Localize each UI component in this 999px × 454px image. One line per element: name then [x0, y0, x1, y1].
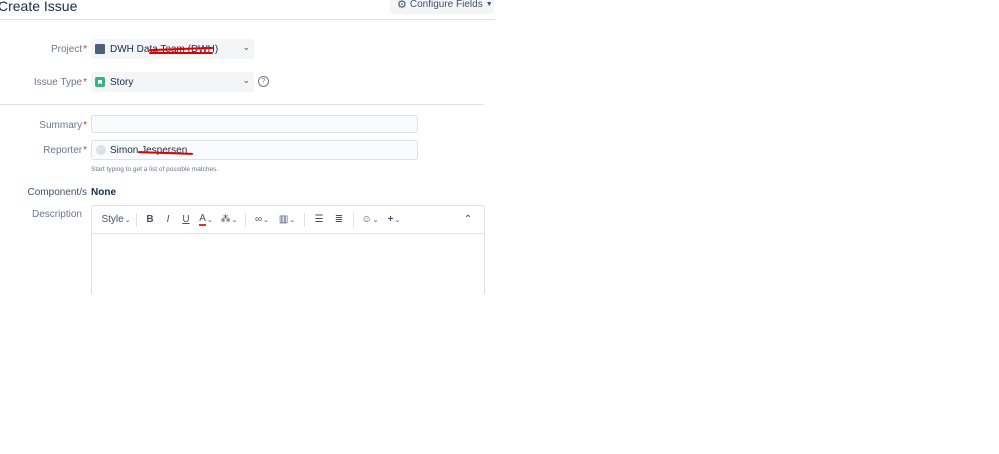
- dialog-title: Create Issue: [0, 0, 78, 14]
- more-formatting-icon: ⁂: [220, 214, 231, 225]
- attachment-button[interactable]: ▥ ⌄: [274, 210, 300, 230]
- required-mark: *: [83, 44, 87, 55]
- background-area: [0, 294, 999, 454]
- link-icon: ∞: [254, 214, 263, 225]
- required-mark: *: [83, 77, 87, 88]
- summary-input[interactable]: [91, 115, 418, 133]
- required-mark: *: [83, 145, 87, 156]
- style-label: Style: [101, 214, 124, 225]
- caret-down-icon: ▼: [485, 0, 493, 8]
- chevron-down-icon: ⌄: [394, 216, 401, 224]
- plus-icon: +: [387, 214, 394, 225]
- help-icon[interactable]: ?: [258, 76, 269, 87]
- toolbar-separator: [353, 212, 354, 227]
- chevron-down-icon: ⌄: [206, 216, 213, 224]
- components-label: Component/s: [27, 187, 87, 198]
- reporter-hint: Start typing to get a list of possible m…: [91, 166, 219, 173]
- chevron-down-icon: ⌄: [372, 216, 379, 224]
- section-divider: [0, 104, 484, 105]
- description-label: Description: [31, 209, 82, 220]
- bullet-list-icon: ☰: [314, 214, 324, 225]
- bold-button[interactable]: B: [141, 210, 159, 230]
- description-text-area[interactable]: [92, 234, 484, 294]
- more-formatting-button[interactable]: ⁂ ⌄: [217, 210, 241, 230]
- chevron-down-icon: ⌄: [263, 216, 269, 224]
- bullet-list-button[interactable]: ☰: [309, 210, 329, 230]
- chevron-down-icon: ⌄: [242, 42, 250, 52]
- italic-icon: I: [166, 214, 170, 225]
- summary-label: Summary*: [0, 120, 87, 131]
- underline-icon: U: [182, 214, 190, 225]
- editor-toolbar: Style ⌄ B I U A ⌄ ⁂ ⌄ ∞ ⌄ ▥ ⌄ ☰ ≣ ☺ ⌄ + ⌄ ⌃: [92, 206, 484, 234]
- reporter-input[interactable]: Simon Jespersen: [91, 140, 418, 160]
- description-editor[interactable]: Style ⌄ B I U A ⌄ ⁂ ⌄ ∞ ⌄ ▥ ⌄ ☰ ≣ ☺ ⌄ + ⌄ ⌃: [91, 205, 485, 305]
- toolbar-separator: [304, 212, 305, 227]
- emoji-button[interactable]: ☺ ⌄: [358, 210, 382, 230]
- style-dropdown[interactable]: Style ⌄: [100, 210, 132, 230]
- project-label-text: Project: [50, 44, 83, 55]
- italic-button[interactable]: I: [159, 210, 177, 230]
- issue-type-label: Issue Type*: [0, 77, 87, 88]
- issue-type-value: Story: [110, 76, 134, 88]
- underline-button[interactable]: U: [177, 210, 195, 230]
- chevron-down-icon: ⌄: [242, 75, 250, 85]
- toolbar-separator: [245, 212, 246, 227]
- header-divider: [0, 19, 495, 20]
- avatar-icon: [96, 145, 106, 155]
- issue-type-select[interactable]: Story ⌄: [91, 72, 254, 92]
- configure-fields-label: Configure Fields: [409, 0, 483, 10]
- gear-icon: ⚙: [397, 0, 407, 11]
- numbered-list-button[interactable]: ≣: [329, 210, 349, 230]
- components-value[interactable]: None: [91, 187, 116, 198]
- insert-button[interactable]: + ⌄: [382, 210, 406, 230]
- reporter-label-text: Reporter: [43, 145, 83, 156]
- required-mark: *: [83, 120, 87, 131]
- chevron-down-icon: ⌄: [231, 216, 238, 224]
- redaction-mark: [149, 52, 213, 54]
- project-avatar-icon: [95, 44, 105, 54]
- emoji-icon: ☺: [361, 214, 372, 225]
- bold-icon: B: [146, 214, 154, 225]
- toolbar-separator: [136, 212, 137, 227]
- chevron-down-icon: ⌄: [289, 216, 296, 224]
- issue-type-label-text: Issue Type: [33, 77, 83, 88]
- chevron-down-icon: ⌄: [124, 216, 131, 224]
- project-label: Project*: [0, 44, 87, 55]
- configure-fields-button[interactable]: ⚙ Configure Fields ▼: [390, 0, 494, 14]
- link-button[interactable]: ∞ ⌄: [250, 210, 274, 230]
- story-icon: [95, 77, 105, 87]
- numbered-list-icon: ≣: [334, 214, 344, 225]
- text-color-button[interactable]: A ⌄: [195, 210, 217, 230]
- reporter-label: Reporter*: [0, 145, 87, 156]
- attachment-icon: ▥: [278, 214, 289, 225]
- summary-label-text: Summary: [39, 120, 83, 131]
- text-color-icon: A: [199, 212, 206, 226]
- collapse-toolbar-button[interactable]: ⌃: [458, 210, 478, 230]
- double-chevron-up-icon: ⌃: [463, 214, 473, 225]
